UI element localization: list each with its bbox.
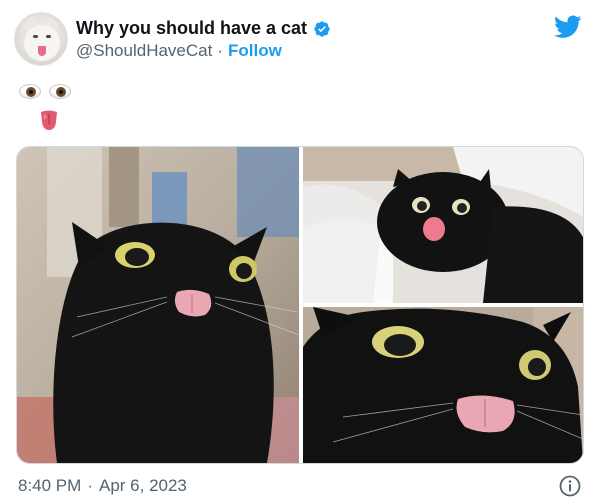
- follow-button[interactable]: Follow: [228, 41, 282, 61]
- verified-badge-icon: [314, 20, 330, 37]
- media-photo-2[interactable]: [303, 147, 583, 303]
- tongue-emoji-icon: [41, 110, 57, 130]
- twitter-bird-icon[interactable]: [554, 15, 582, 39]
- tweet-text: [18, 80, 78, 132]
- eyes-emoji-right: [49, 84, 71, 99]
- avatar-tongue: [38, 46, 46, 56]
- avatar-eye-right: [46, 35, 51, 38]
- media-grid: [16, 146, 584, 464]
- avatar[interactable]: [14, 12, 68, 66]
- info-icon[interactable]: [559, 475, 581, 497]
- eyes-emoji-left: [19, 84, 41, 99]
- handle[interactable]: @ShouldHaveCat: [76, 41, 212, 61]
- avatar-eye-left: [33, 35, 38, 38]
- author-name-row: Why you should have a cat: [76, 18, 331, 39]
- display-name[interactable]: Why you should have a cat: [76, 18, 307, 39]
- tweet-timestamp[interactable]: 8:40 PM · Apr 6, 2023: [18, 476, 187, 496]
- media-photo-1[interactable]: [17, 147, 299, 463]
- tweet-card: Why you should have a cat @ShouldHaveCat…: [0, 0, 600, 504]
- timestamp-separator: ·: [87, 476, 93, 495]
- handle-separator: ·: [217, 41, 224, 60]
- tweet-date: Apr 6, 2023: [98, 476, 187, 495]
- tweet-time: 8:40 PM: [18, 476, 82, 495]
- handle-row: @ShouldHaveCat · Follow: [76, 41, 282, 61]
- media-photo-3[interactable]: [303, 307, 583, 463]
